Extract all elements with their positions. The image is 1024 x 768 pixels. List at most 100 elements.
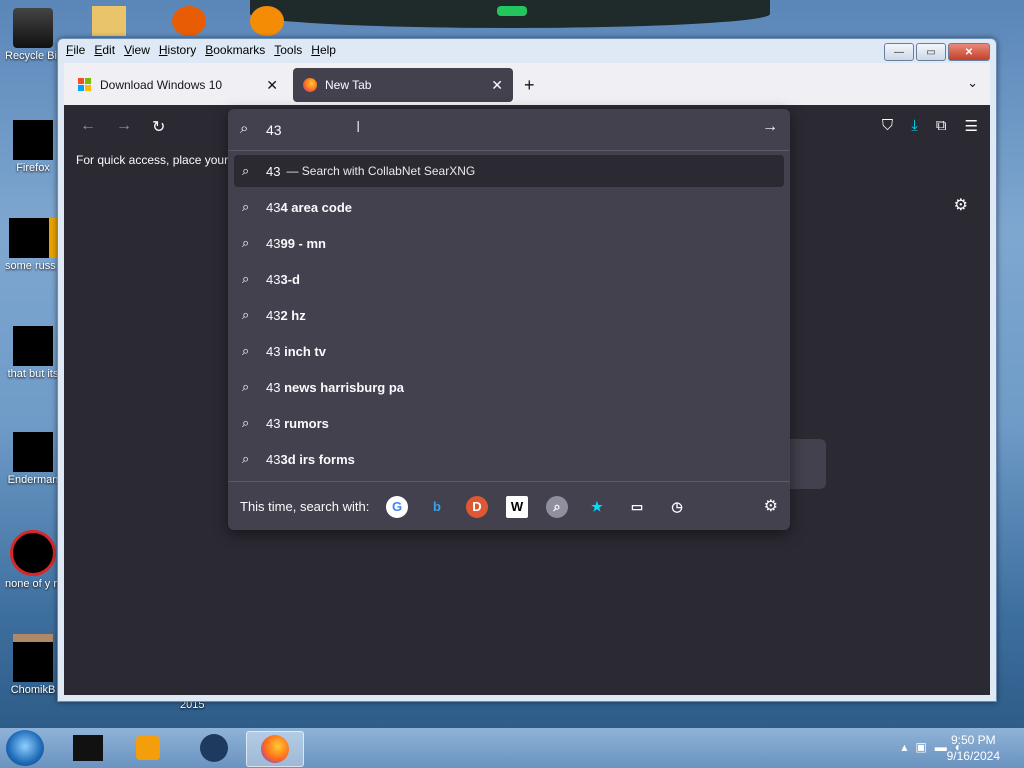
recycle-bin-icon <box>13 8 53 48</box>
go-arrow-icon[interactable]: → <box>762 118 778 136</box>
firefox-window: File Edit View History Bookmarks Tools H… <box>57 38 997 702</box>
maximize-button[interactable]: ▭ <box>916 43 946 61</box>
newtab-settings-gear-icon[interactable]: ⚙ <box>954 195 968 215</box>
taskbar-app[interactable] <box>192 731 236 765</box>
suggestion-completion: inch tv <box>280 343 326 359</box>
tab-download-windows[interactable]: Download Windows 10 ✕ <box>68 68 288 102</box>
search-icon: ⌕ <box>242 163 250 178</box>
search-engine-list: Gb D W ⌕ ★ ▭ ◷ <box>386 495 688 518</box>
menu-file[interactable]: File <box>66 43 85 57</box>
suggestion-item[interactable]: ⌕ 43 2 hz <box>234 299 784 331</box>
app-icon <box>200 734 228 762</box>
list-all-tabs-button[interactable]: ⌄ <box>967 75 978 91</box>
wikipedia-icon[interactable]: W <box>506 495 528 518</box>
toolbar-actions: ⛉ ⤓ ⧉ ☰ <box>882 117 978 135</box>
searxng-icon[interactable]: ⌕ <box>546 495 568 518</box>
desktop-icon-label: that but its <box>7 368 59 380</box>
suggestion-typed: 43 <box>266 415 281 431</box>
download-icon[interactable]: ⤓ <box>911 117 918 135</box>
search-icon: ⌕ <box>240 120 249 137</box>
back-arrow-icon[interactable]: ← <box>80 117 96 135</box>
suggestion-item[interactable]: ⌕ 43 99 - mn <box>234 227 784 259</box>
desktop-icon-file[interactable]: none of y retards kn <box>5 530 61 591</box>
suggestion-typed: 43 <box>266 199 281 215</box>
menu-edit[interactable]: Edit <box>94 43 115 57</box>
taskbar-media-player[interactable] <box>126 731 170 765</box>
forward-arrow-icon[interactable]: → <box>116 117 132 135</box>
extensions-puzzle-icon[interactable]: ⧉ <box>936 117 947 135</box>
pocket-icon[interactable]: ⛉ <box>882 117 893 135</box>
desktop-icon-label: Enderman <box>7 474 59 486</box>
suggestion-typed: 43 <box>266 271 281 287</box>
divider <box>228 150 790 151</box>
desktop-icon-file[interactable]: that but its <box>5 326 61 381</box>
suggestion-item[interactable]: ⌕ 43 3d irs forms <box>234 443 784 475</box>
tab-title: Download Windows 10 <box>100 78 223 92</box>
suggestion-typed: 43 <box>266 307 281 323</box>
search-settings-gear-icon[interactable]: ⚙ <box>764 496 778 516</box>
menu-tools[interactable]: Tools <box>274 43 302 57</box>
suggestion-item[interactable]: ⌕ 43 — Search with CollabNet SearXNG <box>234 155 784 187</box>
tab-strip: Download Windows 10 ✕ New Tab ✕ + ⌄ <box>64 63 990 105</box>
suggestion-completion: 99 - mn <box>280 235 326 251</box>
close-tab-icon[interactable]: ✕ <box>266 77 278 94</box>
taskbar-app[interactable] <box>66 731 110 765</box>
suggestion-item[interactable]: ⌕ 43 4 area code <box>234 191 784 223</box>
menu-help[interactable]: Help <box>311 43 336 57</box>
app-icon[interactable] <box>172 6 206 36</box>
file-icon <box>9 218 57 258</box>
suggestion-typed: 43 <box>266 451 281 467</box>
desktop-icon-firefox[interactable]: Firefox <box>5 120 61 175</box>
desktop-icon-enderman[interactable]: Enderman <box>5 432 61 487</box>
suggestion-completion: 3d irs forms <box>280 451 355 467</box>
duckduckgo-icon[interactable]: D <box>466 495 488 518</box>
close-window-button[interactable]: ✕ <box>948 43 990 61</box>
menu-bookmarks[interactable]: Bookmarks <box>205 43 265 57</box>
search-icon: ⌕ <box>242 271 250 286</box>
suggestion-item[interactable]: ⌕ 43 3-d <box>234 263 784 295</box>
tab-new-tab[interactable]: New Tab ✕ <box>293 68 513 102</box>
search-icon: ⌕ <box>242 199 250 214</box>
new-tab-button[interactable]: + <box>524 75 535 96</box>
suggestion-item[interactable]: ⌕ 43 inch tv <box>234 335 784 367</box>
desktop-icon-chomik[interactable]: ChomikB <box>5 634 61 697</box>
network-icon[interactable]: ▣ <box>915 740 926 754</box>
menu-bar: File Edit View History Bookmarks Tools H… <box>66 41 336 59</box>
suggestion-engine-label: — Search with CollabNet SearXNG <box>286 164 476 178</box>
app-icon[interactable] <box>250 6 284 36</box>
search-icon: ⌕ <box>242 307 250 322</box>
bookmarks-star-icon[interactable]: ★ <box>586 496 608 518</box>
media-player-icon <box>136 736 160 760</box>
bookmarks-toolbar-hint: For quick access, place your b <box>76 153 239 167</box>
minimize-button[interactable]: — <box>884 43 914 61</box>
clock-date: 9/16/2024 <box>946 749 1000 763</box>
menu-history[interactable]: History <box>159 43 196 57</box>
google-icon[interactable]: G <box>386 495 408 518</box>
history-clock-icon[interactable]: ◷ <box>666 496 688 518</box>
desktop-icon-label: none of y retards kn <box>5 578 61 590</box>
clock[interactable]: 9:50 PM 9/16/2024 <box>947 732 1000 764</box>
suggestion-completion: 2 hz <box>280 307 306 323</box>
suggestion-item[interactable]: ⌕ 43 rumors <box>234 407 784 439</box>
file-icon <box>13 326 53 366</box>
show-hidden-icons-icon[interactable]: ▴ <box>901 740 907 754</box>
folder-icon[interactable] <box>92 6 126 36</box>
firefox-icon <box>303 78 317 92</box>
hamburger-menu-icon[interactable]: ☰ <box>965 117 978 135</box>
suggestion-item[interactable]: ⌕ 43 news harrisburg pa <box>234 371 784 403</box>
desktop-icon-recycle-bin[interactable]: Recycle Bin <box>5 8 61 63</box>
urlbar-input[interactable] <box>264 117 748 143</box>
menu-view[interactable]: View <box>124 43 150 57</box>
app-icon <box>73 735 103 761</box>
close-tab-icon[interactable]: ✕ <box>491 77 503 94</box>
desktop-icon-label: Firefox <box>16 162 50 174</box>
bing-icon[interactable]: b <box>426 496 448 518</box>
start-button[interactable] <box>6 730 44 766</box>
tabs-icon[interactable]: ▭ <box>626 496 648 518</box>
reload-icon[interactable]: ↻ <box>152 117 165 137</box>
one-off-search-bar: This time, search with: Gb D W ⌕ ★ ▭ ◷ ⚙ <box>228 481 790 531</box>
taskbar-firefox[interactable] <box>246 731 304 767</box>
suggestion-typed: 43 <box>266 163 281 179</box>
display-icon[interactable]: ▬ <box>935 740 947 754</box>
desktop-icon-file[interactable]: some russ ran a ra <box>5 218 61 273</box>
